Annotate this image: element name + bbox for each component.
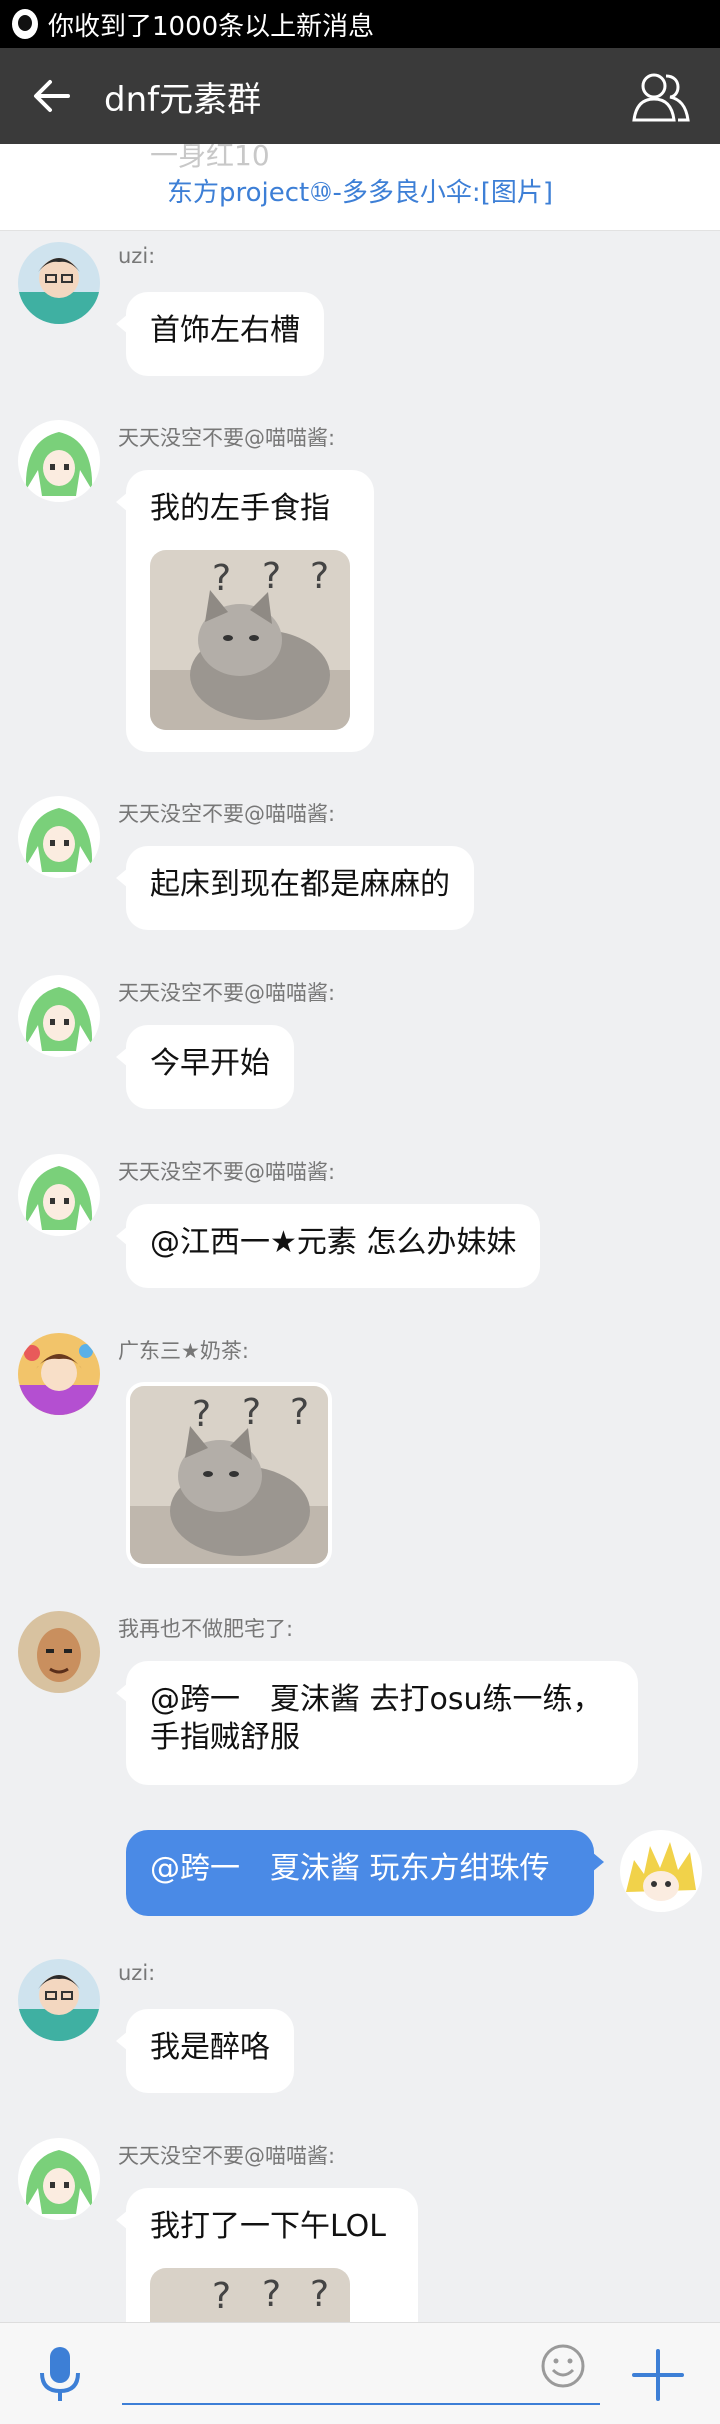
sender-name: 广东三★奶茶: — [118, 1339, 249, 1363]
svg-text:?: ? — [262, 556, 281, 597]
group-members-button[interactable] — [628, 66, 692, 126]
sender-name: 天天没空不要@喵喵酱: — [118, 426, 336, 450]
message-bubble[interactable]: @江西一★元素 怎么办妹妹 — [115, 1204, 541, 1288]
banner-faded-text: 一身红10 — [150, 144, 270, 172]
avatar-green-hair-icon — [18, 796, 100, 878]
back-button[interactable] — [20, 64, 84, 128]
avatar-yellow-hair-icon — [620, 1830, 702, 1912]
message-bubble[interactable]: 我的左手食指 ? ? ? — [116, 470, 374, 752]
svg-text:?: ? — [192, 1394, 211, 1435]
message-text: @江西一★元素 怎么办妹妹 — [150, 1225, 517, 1260]
avatar[interactable] — [18, 1611, 100, 1693]
avatar[interactable] — [18, 1333, 100, 1415]
avatar-boy-icon — [18, 1959, 100, 2041]
message-text: @跨一 夏沫酱 玩东方绀珠传 — [150, 1851, 550, 1886]
svg-text:?: ? — [310, 2274, 329, 2315]
emoji-button[interactable] — [540, 2343, 586, 2389]
avatar-boy-icon — [18, 242, 100, 324]
avatar-green-hair-icon — [18, 1154, 100, 1236]
avatar-green-hair-icon — [18, 420, 100, 502]
cat-image[interactable]: ? ? ? — [126, 1382, 332, 1568]
confused-cat-image: ? ? ? — [150, 2268, 350, 2322]
input-bar — [0, 2322, 720, 2424]
status-bar: 你收到了1000条以上新消息 — [0, 0, 720, 48]
message-bubble[interactable]: 起床到现在都是麻麻的 — [116, 846, 474, 930]
message-bubble[interactable]: 我是醉咯 — [116, 2009, 294, 2093]
avatar[interactable] — [18, 242, 100, 324]
avatar[interactable] — [18, 420, 100, 502]
confused-cat-image: ? ? ? — [130, 1386, 328, 1564]
chat-feed[interactable]: uzi: 首饰左右槽 天天没空不要@喵喵酱: 我的左手食指 ? ? ? 天天没空… — [0, 232, 720, 2322]
sender-name: 天天没空不要@喵喵酱: — [118, 1160, 336, 1184]
sender-name: 天天没空不要@喵喵酱: — [118, 981, 336, 1005]
microphone-icon — [40, 2347, 80, 2401]
qq-notification-icon — [12, 9, 38, 39]
sender-name: uzi: — [118, 244, 156, 268]
sender-name: 天天没空不要@喵喵酱: — [118, 802, 336, 826]
avatar-green-hair-icon — [18, 975, 100, 1057]
confused-cat-image: ? ? ? — [150, 550, 350, 730]
message-text: 今早开始 — [150, 1046, 270, 1081]
avatar[interactable] — [18, 2138, 100, 2220]
group-members-icon — [632, 73, 690, 122]
avatar[interactable] — [18, 1959, 100, 2041]
message-input[interactable] — [122, 2343, 600, 2405]
avatar[interactable] — [18, 796, 100, 878]
plus-icon — [632, 2349, 684, 2401]
cat-image[interactable]: ? ? ? — [150, 2268, 350, 2322]
arrow-left-icon — [34, 80, 70, 112]
svg-text:?: ? — [212, 558, 231, 599]
page-title: dnf元素群 — [104, 79, 262, 120]
avatar-man-icon — [18, 1611, 100, 1693]
svg-text:?: ? — [242, 1392, 261, 1433]
message-text: 起床到现在都是麻麻的 — [150, 867, 450, 902]
message-bubble[interactable]: 首饰左右槽 — [116, 292, 324, 376]
avatar-colorful-icon — [18, 1333, 100, 1415]
svg-text:?: ? — [290, 1392, 309, 1433]
pinned-message-banner[interactable]: 一身红10 东方project⑩-多多良小伞:[图片] — [0, 144, 720, 231]
svg-text:?: ? — [262, 2274, 281, 2315]
message-text: 我是醉咯 — [150, 2030, 270, 2065]
my-avatar[interactable] — [620, 1830, 702, 1912]
avatar[interactable] — [18, 975, 100, 1057]
message-text: 我打了一下午LOL — [150, 2209, 386, 2244]
avatar-green-hair-icon — [18, 2138, 100, 2220]
my-message-bubble[interactable]: @跨一 夏沫酱 玩东方绀珠传 — [126, 1830, 604, 1916]
banner-link[interactable]: 东方project⑩-多多良小伞:[图片] — [0, 172, 720, 209]
message-bubble[interactable]: @跨一 夏沫酱 去打osu练一练，手指贼舒服 — [116, 1661, 638, 1785]
message-bubble[interactable]: 今早开始 — [116, 1025, 294, 1109]
title-bar: dnf元素群 — [0, 48, 720, 144]
cat-image[interactable]: ? ? ? — [150, 550, 350, 730]
sender-name: 天天没空不要@喵喵酱: — [118, 2144, 336, 2168]
message-text: 我的左手食指 — [150, 491, 330, 526]
message-bubble[interactable]: 我打了一下午LOL ? ? ? — [116, 2188, 418, 2322]
emoji-icon — [541, 2344, 585, 2388]
message-text: @跨一 夏沫酱 去打osu练一练，手指贼舒服 — [150, 1682, 603, 1755]
svg-text:?: ? — [212, 2276, 231, 2317]
voice-button[interactable] — [38, 2345, 82, 2405]
more-button[interactable] — [630, 2347, 686, 2403]
message-text: 首饰左右槽 — [150, 313, 300, 348]
notification-text: 你收到了1000条以上新消息 — [48, 11, 375, 42]
sender-name: 我再也不做肥宅了: — [118, 1617, 294, 1641]
sender-name: uzi: — [118, 1961, 156, 1985]
avatar[interactable] — [18, 1154, 100, 1236]
svg-text:?: ? — [310, 556, 329, 597]
